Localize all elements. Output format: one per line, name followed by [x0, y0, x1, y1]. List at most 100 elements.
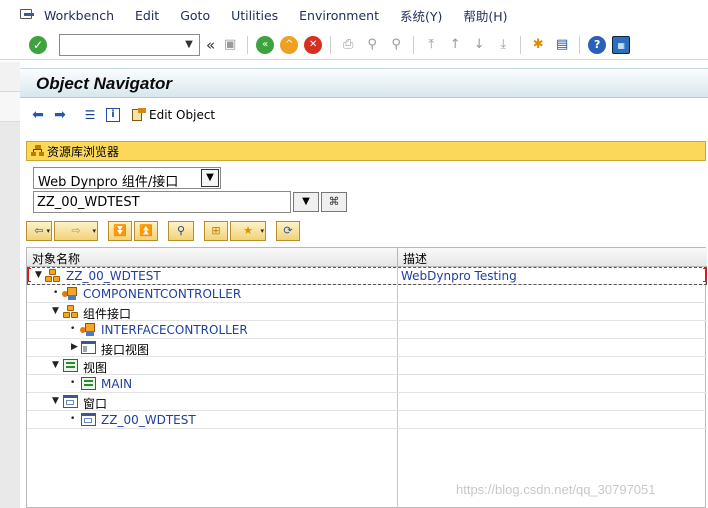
tree-hierarchy-icon[interactable]: ⊞ [204, 221, 228, 241]
view-folder-icon [63, 359, 79, 373]
window-folder-icon [63, 395, 79, 409]
print-icon[interactable]: ⎙ [339, 36, 357, 54]
toolbar-separator [520, 35, 522, 54]
component-interface-icon [63, 305, 79, 319]
customize-layout-icon[interactable]: ▦ [612, 35, 631, 54]
collapse-all-icon[interactable]: ⏫ [134, 221, 158, 241]
forward-nav-icon[interactable]: ⇨ ▾ [54, 221, 98, 241]
title-bar: Object Navigator [20, 68, 708, 98]
enter-check-icon[interactable]: ✓ [29, 35, 47, 54]
shortcut-icon[interactable]: ▤ [553, 36, 571, 54]
command-dropdown-icon[interactable]: ▼ [179, 35, 199, 55]
command-field[interactable]: ▼ [59, 33, 200, 56]
expand-toggle-icon[interactable]: ▶ [71, 342, 78, 352]
back-icon[interactable]: « [256, 35, 275, 54]
display-glasses-icon[interactable]: ⌘ [321, 192, 347, 212]
expand-toggle-icon[interactable]: ▼ [52, 306, 59, 316]
expand-toggle-icon[interactable]: ▼ [52, 396, 59, 406]
next-page-icon[interactable]: ↓ [470, 36, 488, 54]
menu-system[interactable]: 系统(Y) [400, 6, 442, 25]
tree-row-interface-view[interactable]: ▶ 接口视图 [27, 339, 707, 357]
tree-row-main[interactable]: • MAIN [27, 375, 707, 393]
cancel-icon[interactable]: ✕ [304, 35, 323, 54]
edit-object-icon [132, 108, 146, 122]
page-title: Object Navigator [36, 74, 173, 93]
menu-icon[interactable] [20, 8, 36, 22]
tree-row-componentcontroller[interactable]: • COMPONENTCONTROLLER [27, 285, 707, 303]
menu-bar: Workbench Edit Goto Utilities Environmen… [0, 0, 708, 30]
find-next-icon[interactable]: ⚲ [387, 36, 405, 54]
tree-label[interactable]: 接口视图 [101, 341, 149, 358]
refresh-icon[interactable]: ⟳ [276, 221, 300, 241]
expand-toggle-icon[interactable]: ▼ [35, 270, 42, 280]
column-header-object-name[interactable]: 对象名称 [32, 250, 80, 267]
expand-all-icon[interactable]: ⏬ [108, 221, 132, 241]
tree-header: 对象名称 描述 [27, 248, 707, 267]
tree-label[interactable]: INTERFACECONTROLLER [101, 323, 248, 337]
repository-browser-bar[interactable]: 资源库浏览器 [26, 141, 706, 161]
menu-goto[interactable]: Goto [180, 8, 210, 23]
first-page-icon[interactable]: ⤒ [422, 36, 440, 54]
tree-label[interactable]: MAIN [101, 377, 132, 391]
object-name-dropdown-icon[interactable]: ▼ [293, 192, 319, 212]
tree-row-component-interface[interactable]: ▼ 组件接口 [27, 303, 707, 321]
tree-label[interactable]: 窗口 [83, 395, 107, 412]
tree-label[interactable]: ZZ_00_WDTEST [66, 269, 161, 283]
tree-row-windows[interactable]: ▼ 窗口 [27, 393, 707, 411]
toolbar-separator [247, 35, 249, 54]
edit-object-button[interactable]: Edit Object [132, 108, 215, 122]
toolbar-separator [413, 35, 415, 54]
expand-toggle-icon[interactable]: ▼ [52, 360, 59, 370]
controller-icon [62, 287, 78, 301]
tree-row-component[interactable]: ▼ ZZ_00_WDTEST WebDynpro Testing [27, 267, 707, 285]
object-type-value: Web Dynpro 组件/接口 [38, 175, 179, 190]
menu-environment[interactable]: Environment [299, 8, 379, 23]
collapse-command-icon[interactable]: « [206, 36, 215, 54]
tree-label[interactable]: 视图 [83, 359, 107, 376]
save-icon[interactable]: ▣ [221, 36, 239, 54]
previous-page-icon[interactable]: ↑ [446, 36, 464, 54]
object-tree: 对象名称 描述 ▼ ZZ_00_WDTEST WebDynpro Testing… [26, 247, 707, 508]
chevron-down-icon[interactable]: ▼ [201, 169, 219, 187]
command-input[interactable] [60, 34, 178, 55]
find-binoculars-icon[interactable]: ⚲ [168, 221, 194, 241]
menu-edit[interactable]: Edit [135, 8, 159, 23]
menu-workbench[interactable]: Workbench [44, 8, 114, 23]
back-nav-icon[interactable]: ⇦ ▾ [26, 221, 52, 241]
exit-icon[interactable]: ^ [280, 35, 299, 54]
column-header-description[interactable]: 描述 [403, 250, 427, 267]
hierarchy-icon [31, 145, 45, 157]
info-icon[interactable]: i [106, 108, 120, 122]
interface-view-icon [81, 341, 97, 355]
back-arrow-icon[interactable]: ⬅ [30, 107, 46, 123]
leaf-bullet-icon: • [53, 288, 59, 298]
leaf-bullet-icon: • [70, 378, 76, 388]
menu-help[interactable]: 帮助(H) [463, 6, 507, 25]
tree-body: ▼ ZZ_00_WDTEST WebDynpro Testing • COMPO… [27, 267, 707, 508]
other-object-icon[interactable]: ☰ [82, 107, 98, 123]
tree-toolbar: ⇦ ▾ ⇨ ▾ ⏬ ⏫ ⚲ ⊞ ★ ▾ ⟳ [26, 221, 326, 241]
toolbar-separator [330, 35, 332, 54]
tree-label[interactable]: COMPONENTCONTROLLER [83, 287, 241, 301]
help-icon[interactable]: ? [588, 35, 607, 54]
view-icon [81, 377, 97, 391]
left-strip-top [0, 62, 20, 92]
tree-label[interactable]: 组件接口 [83, 305, 131, 322]
tree-label[interactable]: ZZ_00_WDTEST [101, 413, 196, 427]
window-icon [81, 413, 97, 427]
object-type-select[interactable]: Web Dynpro 组件/接口 ▼ [33, 167, 221, 190]
tree-row-interfacecontroller[interactable]: • INTERFACECONTROLLER [27, 321, 707, 339]
tree-row-views[interactable]: ▼ 视图 [27, 357, 707, 375]
tree-row-window[interactable]: • ZZ_00_WDTEST [27, 411, 707, 429]
find-icon[interactable]: ⚲ [363, 36, 381, 54]
forward-arrow-icon[interactable]: ➡ [52, 107, 68, 123]
menu-utilities[interactable]: Utilities [231, 8, 278, 23]
object-name-field[interactable] [33, 191, 291, 213]
object-name-input[interactable] [34, 192, 288, 212]
toolbar-separator [579, 35, 581, 54]
left-frame-strip [0, 62, 20, 508]
repository-browser-label: 资源库浏览器 [47, 144, 120, 159]
last-page-icon[interactable]: ⤓ [494, 36, 512, 54]
create-session-icon[interactable]: ✱ [529, 36, 547, 54]
favorites-star-icon[interactable]: ★ ▾ [230, 221, 266, 241]
